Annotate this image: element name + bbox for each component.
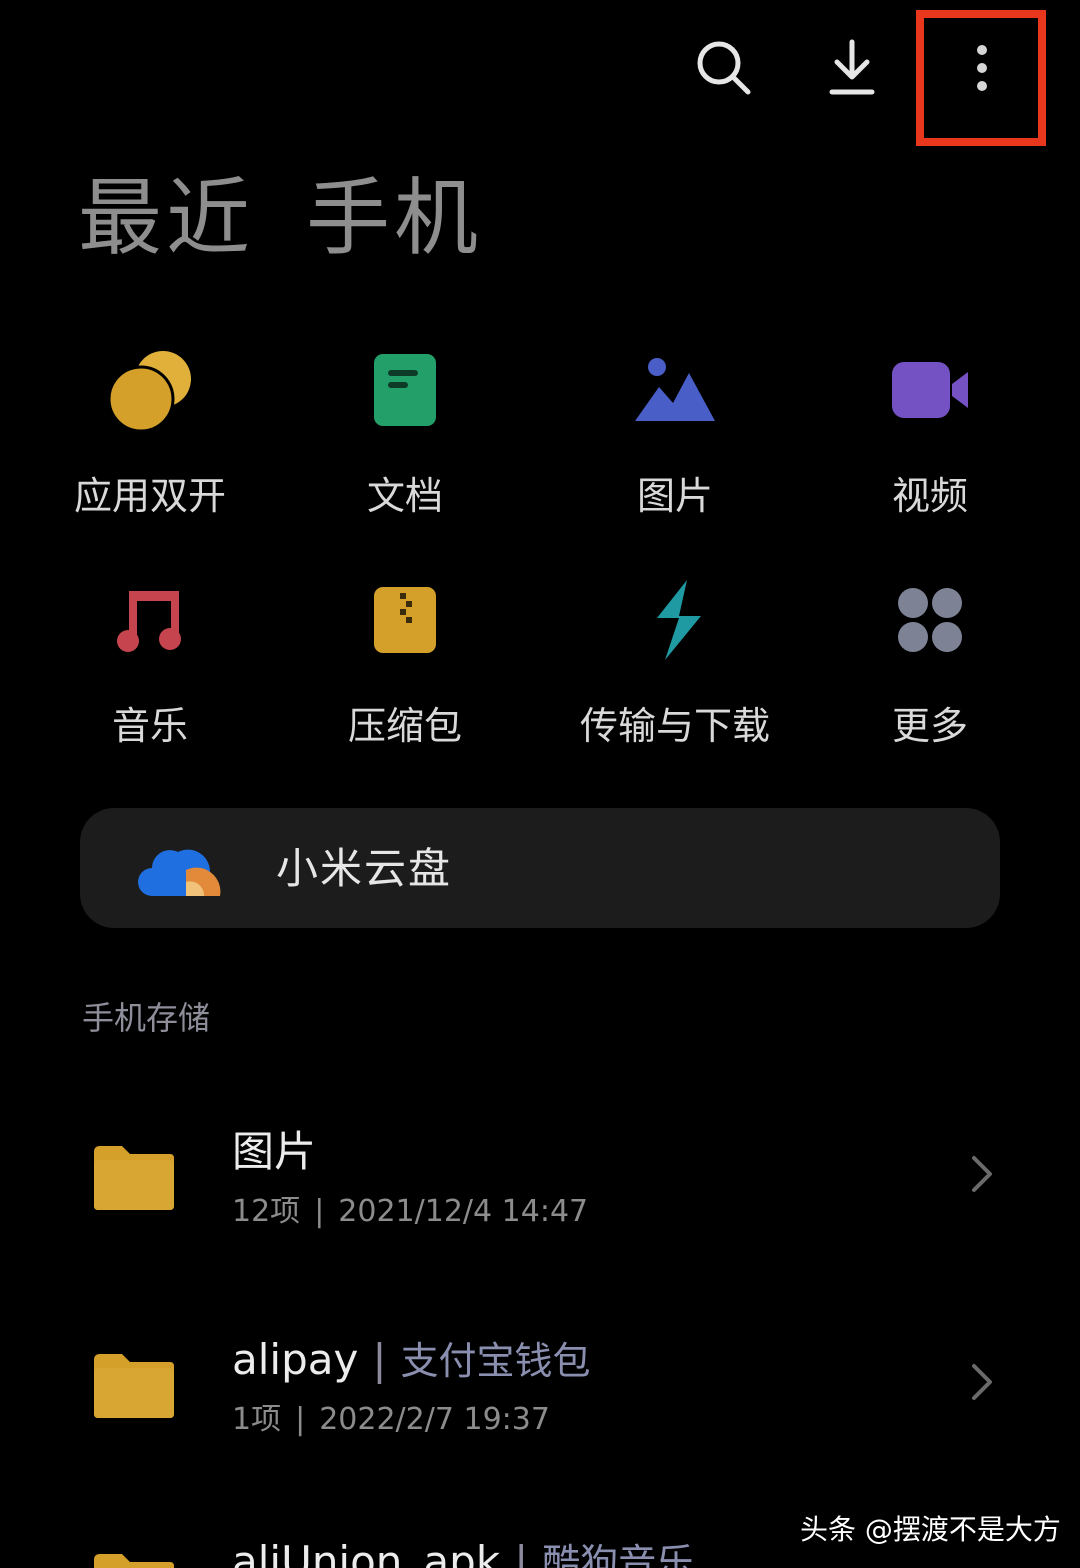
category-label: 压缩包	[347, 704, 462, 748]
top-toolbar	[0, 0, 1080, 150]
file-date: 2022/2/7 19:37	[319, 1402, 550, 1437]
category-transfer-download[interactable]: 传输与下载	[545, 570, 805, 748]
search-icon	[697, 41, 751, 95]
file-name: aliUnion_apk	[232, 1538, 501, 1568]
category-label: 图片	[636, 474, 713, 518]
cloud-drive-card[interactable]: 小米云盘	[80, 808, 1000, 928]
category-music[interactable]: 音乐	[20, 570, 280, 748]
tab-recent[interactable]: 最近	[78, 168, 254, 268]
file-count: 1项	[232, 1402, 282, 1437]
category-dual-apps[interactable]: 应用双开	[20, 340, 280, 518]
cloud-drive-icon	[138, 849, 221, 896]
file-alias: 酷狗音乐	[542, 1541, 695, 1568]
chevron-right-icon	[972, 1156, 992, 1192]
category-label: 音乐	[111, 704, 188, 748]
cloud-drive-label: 小米云盘	[276, 844, 453, 893]
document-icon	[374, 354, 436, 426]
transfer-icon	[657, 580, 701, 660]
meta-separator: |	[295, 1402, 306, 1437]
download-button[interactable]	[810, 26, 894, 110]
category-videos[interactable]: 视频	[800, 340, 1060, 518]
category-label: 文档	[366, 474, 443, 518]
category-label: 传输与下载	[579, 704, 770, 748]
category-more[interactable]: 更多	[800, 570, 1060, 748]
file-name: alipay	[232, 1335, 359, 1384]
folder-icon	[94, 1146, 174, 1210]
category-images[interactable]: 图片	[545, 340, 805, 518]
section-title-phone-storage: 手机存储	[82, 999, 211, 1037]
chevron-right-icon	[972, 1364, 992, 1400]
category-label: 更多	[891, 704, 968, 748]
category-archives[interactable]: 压缩包	[275, 570, 535, 748]
file-name: 图片	[232, 1127, 317, 1176]
video-icon	[892, 362, 968, 418]
name-separator: |	[372, 1335, 387, 1384]
meta-separator: |	[314, 1194, 325, 1229]
view-tabs: 最近 手机	[78, 168, 482, 268]
music-icon	[117, 591, 181, 652]
search-button[interactable]	[682, 26, 766, 110]
more-grid-icon	[898, 588, 962, 652]
folder-icon	[94, 1554, 174, 1568]
category-label: 应用双开	[73, 474, 226, 518]
highlight-annotation-box	[916, 10, 1046, 146]
list-item[interactable]: 图片 12项 | 2021/12/4 14:47	[0, 1124, 1080, 1254]
name-separator: |	[514, 1538, 529, 1568]
list-item[interactable]: alipay | 支付宝钱包 1项 | 2022/2/7 19:37	[0, 1332, 1080, 1462]
archive-icon	[374, 587, 436, 653]
watermark-text: 头条 @摆渡不是大方	[800, 1513, 1061, 1546]
category-documents[interactable]: 文档	[275, 340, 535, 518]
dual-app-icon	[107, 351, 191, 433]
category-label: 视频	[891, 474, 968, 518]
file-count: 12项	[232, 1194, 301, 1229]
folder-icon	[94, 1354, 174, 1418]
download-icon	[829, 39, 875, 95]
file-alias: 支付宝钱包	[400, 1339, 591, 1383]
file-date: 2021/12/4 14:47	[338, 1194, 589, 1229]
image-icon	[635, 358, 715, 421]
tab-phone[interactable]: 手机	[306, 168, 482, 268]
